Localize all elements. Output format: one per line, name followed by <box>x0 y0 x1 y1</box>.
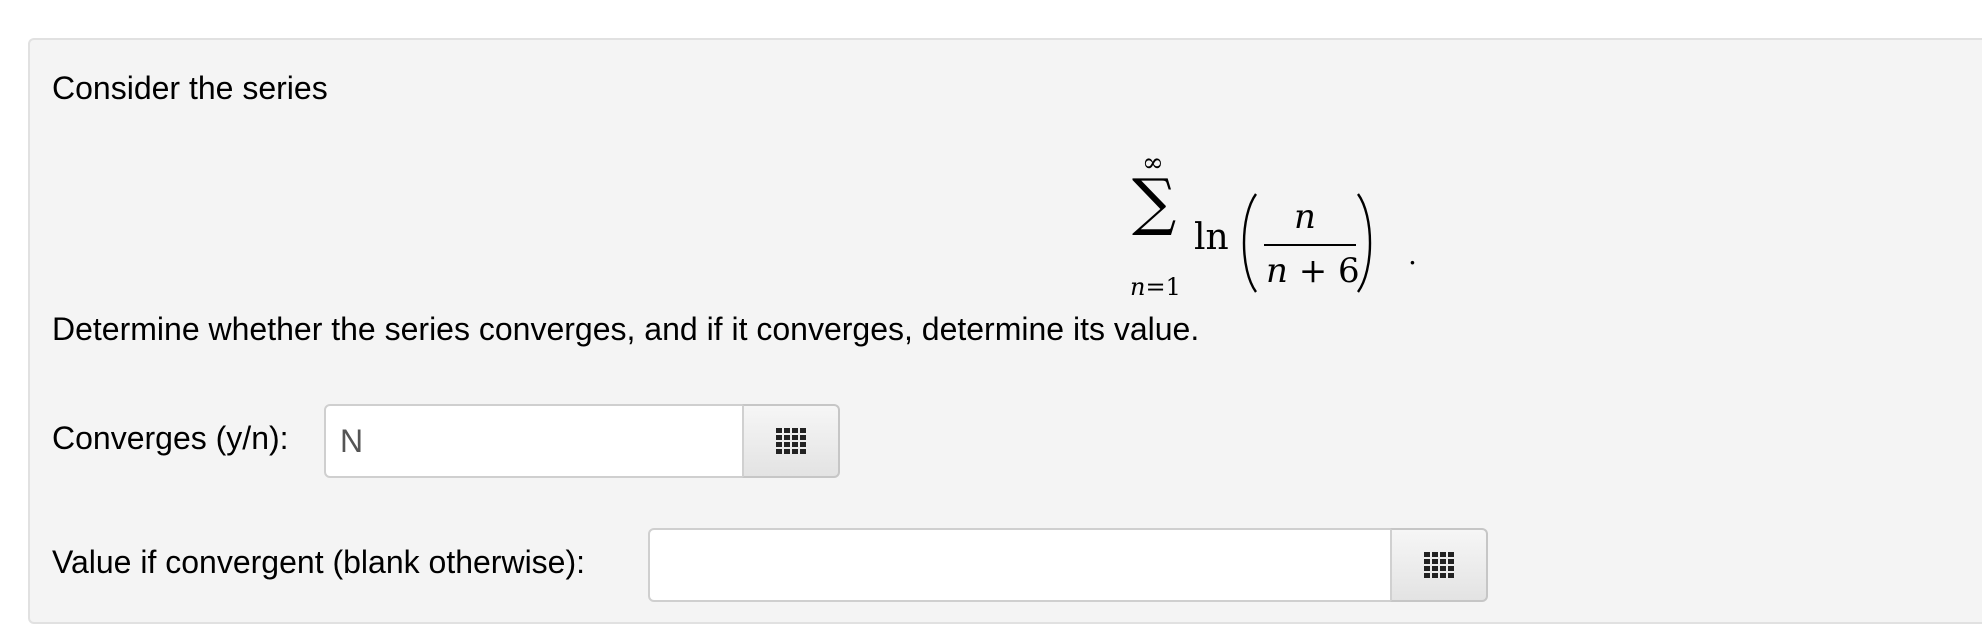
ln-function: ln <box>1194 217 1229 258</box>
value-label: Value if convergent (blank otherwise): <box>52 544 586 580</box>
value-input[interactable] <box>648 528 1392 602</box>
grid-icon <box>776 428 806 454</box>
fraction-denominator: n + 6 <box>1266 252 1360 290</box>
fraction-numerator: n <box>1294 197 1316 237</box>
lower-limit: n=1 <box>1130 274 1181 300</box>
problem-panel: Consider the series ∞ ∑ n=1 ln n n + 6 .… <box>28 38 1982 624</box>
intro-text: Consider the series <box>52 70 328 106</box>
value-palette-button[interactable] <box>1390 528 1488 602</box>
left-parenthesis <box>1242 193 1257 293</box>
converges-palette-button[interactable] <box>742 404 840 478</box>
question-text: Determine whether the series converges, … <box>52 311 1200 347</box>
lower-eq: = <box>1145 273 1166 301</box>
right-parenthesis <box>1357 193 1372 293</box>
sum-symbol: ∑ <box>1132 165 1177 238</box>
series-formula: ∞ ∑ n=1 ln n n + 6 . <box>1090 148 1417 308</box>
denominator-var: n <box>1266 251 1288 291</box>
grid-icon <box>1424 552 1454 578</box>
lower-var: n <box>1130 273 1146 301</box>
lower-value: 1 <box>1165 273 1181 301</box>
denominator-op: + <box>1298 251 1328 291</box>
converges-input[interactable]: N <box>324 404 744 478</box>
converges-label: Converges (y/n): <box>52 420 289 456</box>
fraction-bar <box>1264 244 1356 246</box>
formula-period: . <box>1408 238 1417 271</box>
